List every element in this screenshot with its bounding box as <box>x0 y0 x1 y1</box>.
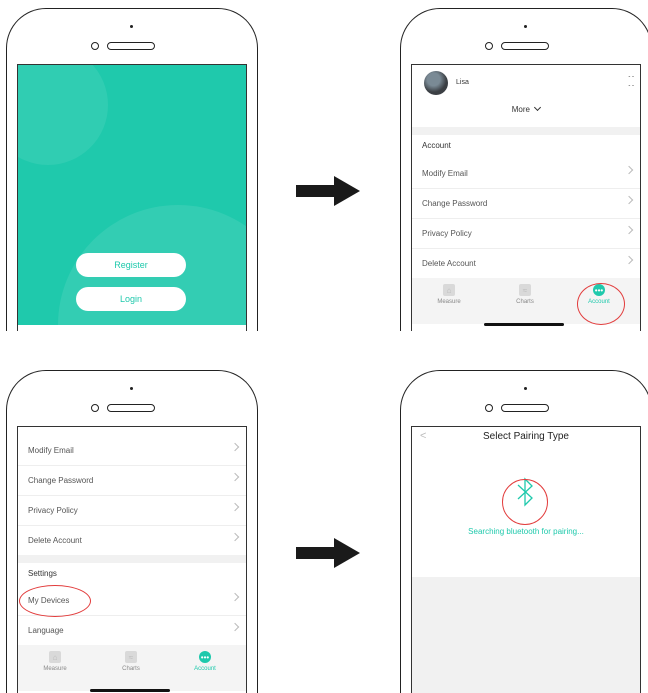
more-button[interactable]: More <box>412 103 640 114</box>
home-icon: ⌂ <box>49 651 61 663</box>
tab-measure[interactable]: ⌂ Measure <box>424 284 474 305</box>
row-label: Delete Account <box>28 535 82 545</box>
tab-account[interactable]: ••• Account <box>180 651 230 672</box>
divider <box>412 127 640 135</box>
row-label: Language <box>28 625 64 635</box>
chevron-right-icon <box>624 165 634 175</box>
phone-frame-2: Lisa - - - - More Account Modify Email C… <box>400 8 648 331</box>
chevron-right-icon <box>624 255 634 265</box>
row-label: Change Password <box>422 198 488 208</box>
camera <box>91 404 99 412</box>
chart-icon: ≈ <box>125 651 137 663</box>
row-label: Delete Account <box>422 258 476 268</box>
speaker <box>107 42 155 50</box>
tab-charts[interactable]: ≈ Charts <box>500 284 550 305</box>
pairing-screen: < Select Pairing Type Searching bluetoot… <box>411 426 641 693</box>
row-label: Modify Email <box>28 445 74 455</box>
more-label: More <box>511 105 530 114</box>
avatar <box>424 71 448 95</box>
speaker-dot <box>524 387 527 390</box>
arrow-right-icon <box>296 176 360 206</box>
change-password-row[interactable]: Change Password <box>412 188 640 219</box>
privacy-policy-row[interactable]: Privacy Policy <box>18 495 246 526</box>
row-label: Modify Email <box>422 168 468 178</box>
chevron-right-icon <box>624 225 634 235</box>
chevron-right-icon <box>230 502 240 512</box>
welcome-screen: Register Login <box>17 64 247 331</box>
status-text: Searching bluetooth for pairing... <box>468 527 584 536</box>
account-icon: ••• <box>199 651 211 663</box>
delete-account-row[interactable]: Delete Account <box>18 525 246 555</box>
speaker <box>501 404 549 412</box>
user-name: Lisa <box>456 79 469 86</box>
modify-email-row[interactable]: Modify Email <box>18 435 246 466</box>
divider <box>18 555 246 563</box>
chevron-right-icon <box>230 622 240 632</box>
home-icon: ⌂ <box>443 284 455 296</box>
page-title: Select Pairing Type <box>483 431 569 442</box>
arrow-right-icon <box>296 538 360 568</box>
camera <box>485 42 493 50</box>
tab-label: Charts <box>516 299 534 305</box>
camera <box>485 404 493 412</box>
change-password-row[interactable]: Change Password <box>18 465 246 496</box>
speaker <box>501 42 549 50</box>
tab-label: Account <box>194 666 216 672</box>
tab-charts[interactable]: ≈ Charts <box>106 651 156 672</box>
chevron-right-icon <box>624 195 634 205</box>
home-indicator <box>484 323 564 326</box>
highlight-circle <box>19 585 91 617</box>
tab-label: Measure <box>437 299 461 305</box>
settings-heading: Settings <box>28 569 57 578</box>
highlight-circle <box>502 479 548 525</box>
modify-email-row[interactable]: Modify Email <box>412 158 640 189</box>
tab-bar: ⌂ Measure ≈ Charts ••• Account <box>18 645 246 691</box>
speaker <box>107 404 155 412</box>
speaker-dot <box>130 387 133 390</box>
chevron-right-icon <box>230 592 240 602</box>
tab-measure[interactable]: ⌂ Measure <box>30 651 80 672</box>
tab-label: Measure <box>43 666 67 672</box>
camera <box>91 42 99 50</box>
speaker-dot <box>524 25 527 28</box>
settings-screen: Modify Email Change Password Privacy Pol… <box>17 426 247 693</box>
chevron-right-icon <box>230 532 240 542</box>
phone-frame-1: Register Login <box>6 8 258 331</box>
privacy-policy-row[interactable]: Privacy Policy <box>412 218 640 249</box>
login-button[interactable]: Login <box>76 287 186 311</box>
phone-frame-4: < Select Pairing Type Searching bluetoot… <box>400 370 648 693</box>
row-label: Privacy Policy <box>28 505 78 515</box>
tab-label: Charts <box>122 666 140 672</box>
decor-circle <box>18 65 108 165</box>
register-button[interactable]: Register <box>76 253 186 277</box>
content-panel <box>412 577 640 693</box>
account-heading: Account <box>422 141 451 150</box>
user-value: - - - - <box>628 74 634 89</box>
bottom-strip <box>18 325 246 331</box>
phone-frame-3: Modify Email Change Password Privacy Pol… <box>6 370 258 693</box>
chevron-down-icon <box>534 103 542 112</box>
row-label: Privacy Policy <box>422 228 472 238</box>
speaker-dot <box>130 25 133 28</box>
chart-icon: ≈ <box>519 284 531 296</box>
delete-account-row[interactable]: Delete Account <box>412 248 640 278</box>
chevron-right-icon <box>230 472 240 482</box>
row-label: Change Password <box>28 475 94 485</box>
chevron-right-icon <box>230 442 240 452</box>
language-row[interactable]: Language <box>18 615 246 645</box>
highlight-circle <box>577 283 625 325</box>
